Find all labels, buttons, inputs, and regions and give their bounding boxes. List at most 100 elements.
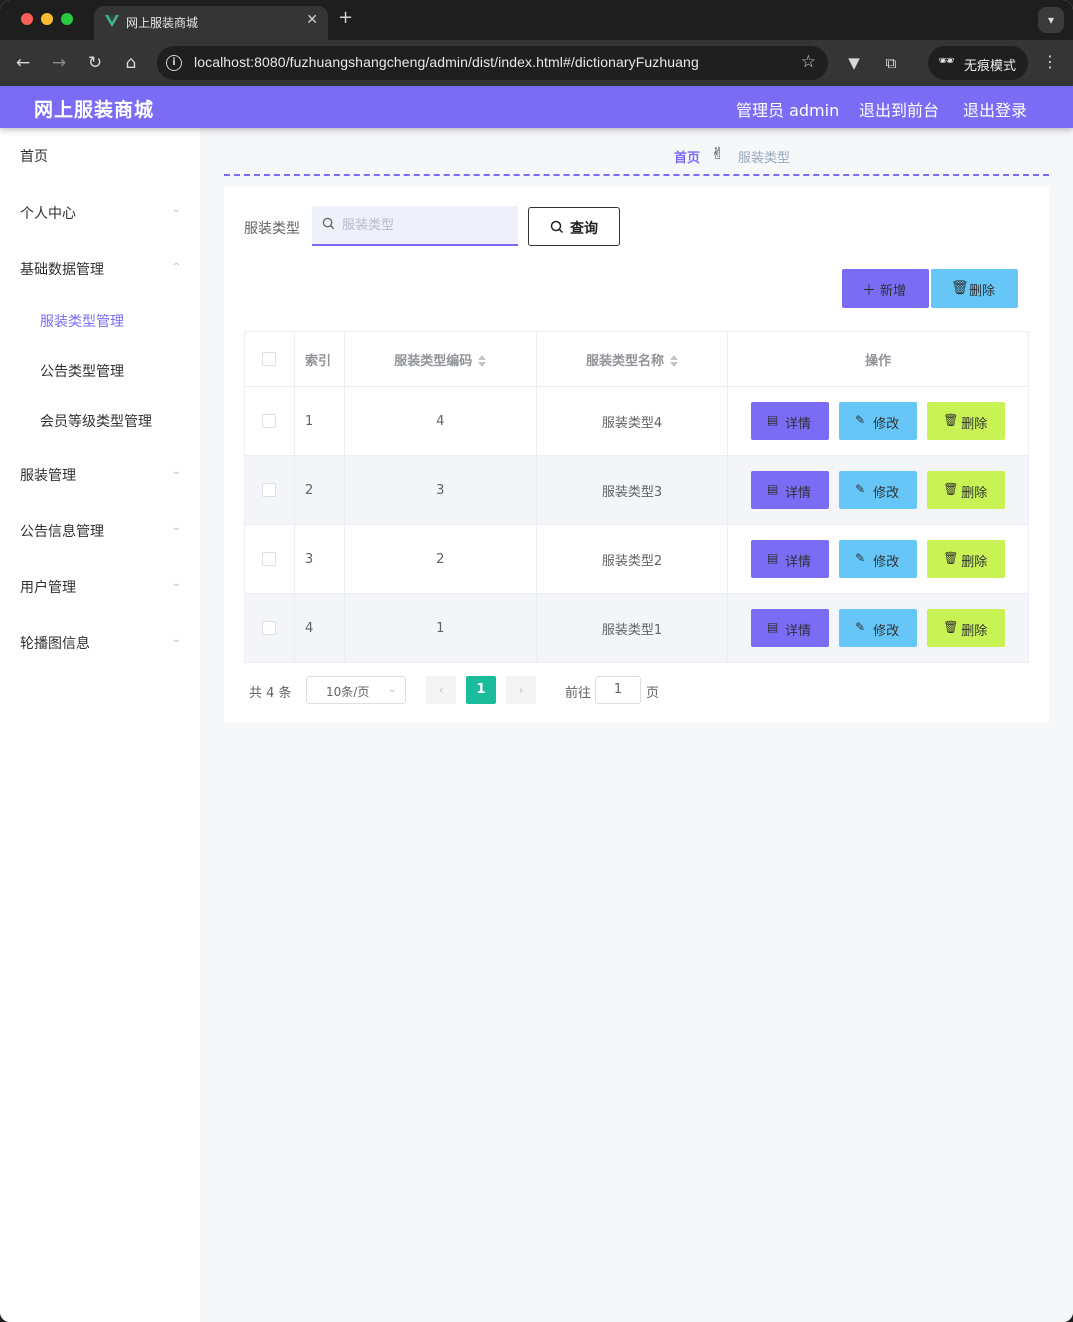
- sidebar-item-users[interactable]: 用户管理 ⌄: [0, 566, 200, 606]
- detail-label: 详情: [785, 417, 812, 432]
- delete-button[interactable]: 🗑 删除: [927, 402, 1006, 440]
- select-all-checkbox[interactable]: [262, 352, 277, 366]
- sidebar-item-notice-info[interactable]: 公告信息管理 ⌄: [0, 510, 200, 550]
- edit-button[interactable]: ✎ 修改: [839, 402, 918, 440]
- breadcrumb: 首页 ✌ 服装类型: [224, 128, 1049, 176]
- row-checkbox[interactable]: [262, 483, 277, 497]
- detail-button[interactable]: ▤ 详情: [751, 540, 830, 578]
- bookmark-star-icon[interactable]: ☆: [801, 52, 816, 72]
- maximize-window-button[interactable]: [61, 13, 73, 25]
- sort-caret-icon[interactable]: [669, 355, 678, 367]
- page-number-current[interactable]: 1: [466, 676, 496, 704]
- home-icon[interactable]: ⌂: [120, 52, 142, 74]
- search-icon: [550, 220, 564, 234]
- delete-button[interactable]: 🗑 删除: [927, 471, 1006, 509]
- add-button[interactable]: ＋ 新增: [842, 269, 929, 308]
- tab-bar: 网上服装商城 ✕ + ▾: [0, 0, 1073, 40]
- site-info-icon[interactable]: i: [166, 55, 182, 71]
- sort-caret-icon[interactable]: [478, 355, 487, 367]
- forward-arrow-icon[interactable]: →: [48, 52, 70, 74]
- page-size-value: 10条/页: [326, 685, 370, 699]
- query-button[interactable]: 查询: [528, 207, 620, 246]
- sidebar-item-label: 个人中心: [20, 206, 76, 222]
- sidebar-item-home[interactable]: 首页: [0, 135, 200, 175]
- admin-user-label: 管理员 admin: [736, 101, 840, 120]
- edit-button[interactable]: ✎ 修改: [839, 471, 918, 509]
- sidebar-item-clothing[interactable]: 服装管理 ⌄: [0, 454, 200, 494]
- row-checkbox[interactable]: [262, 414, 277, 428]
- tab-close-icon[interactable]: ✕: [306, 12, 318, 28]
- sidebar-item-label: 服装类型管理: [40, 314, 124, 330]
- column-header-label: 服装类型名称: [585, 353, 664, 369]
- breadcrumb-home[interactable]: 首页: [674, 147, 700, 166]
- document-icon: ▤: [767, 551, 779, 565]
- search-field[interactable]: [312, 206, 518, 246]
- select-all-cell: [244, 331, 295, 387]
- detail-label: 详情: [785, 555, 812, 570]
- app-header: 网上服装商城 管理员 admin 退出到前台 退出登录: [0, 86, 1073, 128]
- cell-index: 3: [293, 524, 345, 594]
- detail-button[interactable]: ▤ 详情: [751, 609, 830, 647]
- vue-devtools-icon[interactable]: ▼: [843, 52, 865, 74]
- back-arrow-icon[interactable]: ←: [12, 52, 34, 74]
- minimize-window-button[interactable]: [41, 13, 53, 25]
- victory-hand-icon: ✌: [711, 144, 725, 163]
- trash-icon: 🗑: [943, 413, 959, 427]
- pencil-icon: ✎: [855, 413, 866, 427]
- goto-page-input[interactable]: 1: [595, 676, 641, 704]
- breadcrumb-current: 服装类型: [738, 151, 791, 166]
- browser-menu-icon[interactable]: ⋮: [1040, 52, 1060, 71]
- goto-label: 前往: [565, 686, 592, 701]
- search-input[interactable]: [342, 206, 512, 244]
- page-size-select[interactable]: 10条/页 ⌄: [306, 676, 406, 704]
- detail-button[interactable]: ▤ 详情: [751, 471, 830, 509]
- edit-label: 修改: [873, 555, 900, 570]
- row-checkbox[interactable]: [262, 552, 277, 566]
- sidebar-item-clothing-type[interactable]: 服装类型管理: [0, 300, 200, 340]
- incognito-badge[interactable]: 🕶 无痕模式: [928, 46, 1028, 80]
- sidebar-item-label: 服装管理: [20, 468, 76, 484]
- edit-button[interactable]: ✎ 修改: [839, 540, 918, 578]
- sidebar-item-label: 会员等级类型管理: [40, 414, 152, 430]
- next-page-button[interactable]: ›: [506, 676, 536, 704]
- sidebar-item-member-level[interactable]: 会员等级类型管理: [0, 400, 200, 440]
- delete-label: 删除: [961, 555, 988, 570]
- sidebar-item-personal-center[interactable]: 个人中心 ⌄: [0, 192, 200, 232]
- delete-button[interactable]: 🗑 删除: [927, 609, 1006, 647]
- exit-to-front-link[interactable]: 退出到前台: [859, 97, 939, 121]
- address-bar[interactable]: i localhost:8080/fuzhuangshangcheng/admi…: [157, 46, 828, 80]
- extensions-puzzle-icon[interactable]: ⧉: [880, 52, 902, 74]
- row-checkbox[interactable]: [262, 621, 277, 635]
- column-header-name[interactable]: 服装类型名称: [535, 331, 729, 387]
- logout-link[interactable]: 退出登录: [963, 97, 1027, 121]
- url-text[interactable]: localhost:8080/fuzhuangshangcheng/admin/…: [194, 54, 699, 70]
- trash-icon: 🗑: [943, 551, 959, 565]
- delete-button[interactable]: 🗑 删除: [927, 540, 1006, 578]
- pencil-icon: ✎: [855, 551, 866, 565]
- sidebar-item-carousel[interactable]: 轮播图信息 ⌄: [0, 622, 200, 662]
- column-header-code[interactable]: 服装类型编码: [343, 331, 537, 387]
- close-window-button[interactable]: [21, 13, 33, 25]
- chevron-down-icon: ⌄: [169, 522, 182, 533]
- browser-toolbar: ← → ↻ ⌂ i localhost:8080/fuzhuangshangch…: [0, 40, 1073, 86]
- incognito-label: 无痕模式: [964, 59, 1017, 74]
- reload-icon[interactable]: ↻: [84, 52, 106, 74]
- detail-button[interactable]: ▤ 详情: [751, 402, 830, 440]
- cell-index: 2: [293, 455, 345, 525]
- table-row: 2 3 服装类型3 ▤ 详情 ✎ 修改 🗑 删除: [244, 455, 1029, 525]
- sidebar-item-basic-data[interactable]: 基础数据管理 ⌃: [0, 248, 200, 288]
- tab-search-chevron-icon[interactable]: ▾: [1038, 7, 1064, 33]
- new-tab-button[interactable]: +: [338, 8, 353, 28]
- sidebar-menu: 首页 个人中心 ⌄ 基础数据管理 ⌃ 服装类型管理 公告类型管理 会员等级类型管…: [0, 128, 200, 1322]
- prev-page-button[interactable]: ‹: [426, 676, 456, 704]
- sidebar-item-label: 首页: [20, 149, 48, 165]
- document-icon: ▤: [767, 482, 779, 496]
- edit-button[interactable]: ✎ 修改: [839, 609, 918, 647]
- sidebar-item-label: 轮播图信息: [20, 636, 90, 652]
- batch-delete-button[interactable]: 🗑 删除: [931, 269, 1018, 308]
- query-button-label: 查询: [570, 221, 598, 237]
- browser-tab[interactable]: 网上服装商城 ✕: [94, 6, 328, 40]
- chevron-down-icon: ⌄: [169, 466, 182, 477]
- sidebar-item-notice-type[interactable]: 公告类型管理: [0, 350, 200, 390]
- pagination: 共 4 条 10条/页 ⌄ ‹ 1 › 前往 1 页: [244, 675, 744, 705]
